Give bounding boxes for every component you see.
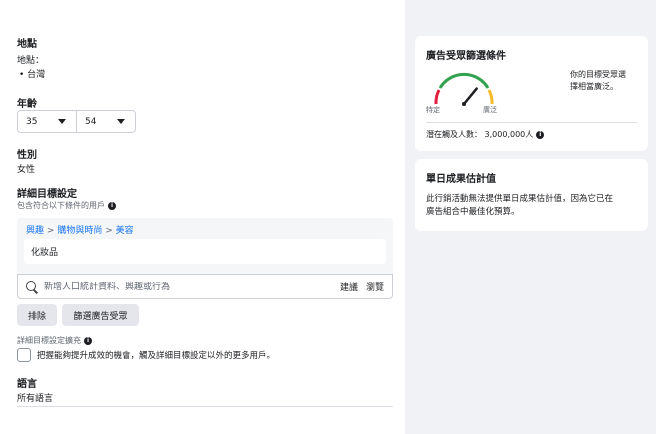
narrow-audience-button[interactable]: 篩選廣告受眾 [62, 304, 139, 326]
selected-targeting-panel: 興趣 > 購物與時尚 > 美容 化妝品 [17, 218, 393, 274]
audience-description-line2: 擇相當廣泛。 [570, 82, 618, 91]
summary-panel: 廣告受眾篩選條件 特定 廣泛 你的目標受眾選 擇相當廣泛。 潛在觸及人數： 3,… [405, 0, 656, 434]
breadcrumb-separator: > [105, 226, 113, 236]
gauge-yellow-segment [487, 89, 494, 105]
search-icon [25, 280, 39, 294]
daily-card-title: 單日成果估計值 [426, 174, 496, 185]
audience-description: 你的目標受眾選 擇相當廣泛。 [570, 69, 626, 93]
selected-interest-item[interactable]: 化妝品 [24, 239, 386, 264]
detailed-subtitle-text: 包含符合以下條件的用戶 [17, 201, 105, 210]
potential-reach: 潛在觸及人數： 3,000,000人 i [426, 129, 545, 140]
audience-card-title: 廣告受眾篩選條件 [426, 51, 506, 62]
breadcrumb-shopping-fashion[interactable]: 購物與時尚 [57, 226, 102, 236]
age-min-value: 35 [26, 116, 38, 127]
daily-card-text: 此行銷活動無法提供單日成果估計值，因為它已在 廣告組合中最佳化預算。 [426, 193, 613, 219]
divider [17, 406, 393, 407]
age-max-value: 54 [85, 116, 97, 127]
location-item: • 台灣 [19, 70, 46, 80]
gauge-label-specific: 特定 [426, 106, 440, 114]
breadcrumb-interests[interactable]: 興趣 [26, 226, 44, 236]
breadcrumb: 興趣 > 購物與時尚 > 美容 [26, 223, 134, 236]
selected-interest-label: 化妝品 [31, 248, 59, 258]
gauge-needle-hub [462, 102, 466, 106]
info-icon[interactable]: i [108, 201, 116, 210]
info-icon[interactable]: i [536, 130, 545, 139]
chevron-down-icon [117, 119, 125, 124]
daily-card-text-line1: 此行銷活動無法提供單日成果估計值，因為它已在 [426, 194, 614, 204]
age-selector: 35 54 [17, 110, 136, 133]
estimated-daily-results-card: 單日成果估計值 此行銷活動無法提供單日成果估計值，因為它已在 廣告組合中最佳化預… [415, 159, 648, 231]
suggestions-button[interactable]: 建議 [340, 280, 358, 293]
expansion-title-text: 詳細目標設定擴充 [17, 336, 81, 345]
gauge-green-segment [438, 72, 490, 89]
audience-gauge [434, 72, 494, 106]
detailed-targeting-title: 詳細目標設定 [17, 189, 77, 200]
potential-reach-label: 潛在觸及人數： [426, 130, 482, 139]
potential-reach-value: 3,000,000人 [484, 130, 534, 139]
audience-definition-card: 廣告受眾篩選條件 特定 廣泛 你的目標受眾選 擇相當廣泛。 潛在觸及人數： 3,… [415, 36, 648, 151]
gauge-red-segment [434, 89, 441, 105]
breadcrumb-separator: > [46, 226, 55, 236]
gauge-needle [462, 87, 478, 106]
expansion-title: 詳細目標設定擴充 i [17, 335, 92, 346]
expansion-description: 把握能夠提升成效的機會，觸及詳細目標設定以外的更多用戶。 [37, 351, 276, 361]
exclude-button[interactable]: 排除 [17, 304, 57, 326]
info-icon[interactable]: i [84, 336, 92, 345]
breadcrumb-beauty[interactable]: 美容 [116, 226, 134, 236]
targeting-search-input[interactable] [44, 281, 340, 292]
age-title: 年齡 [17, 99, 37, 110]
age-max-dropdown[interactable]: 54 [76, 111, 135, 132]
gauge-label-broad: 廣泛 [483, 106, 497, 114]
gender-title: 性別 [17, 150, 37, 161]
language-value: 所有語言 [17, 394, 54, 404]
chevron-down-icon [58, 119, 66, 124]
targeting-search-bar: 建議 瀏覽 [17, 274, 393, 299]
expansion-checkbox[interactable] [17, 348, 31, 362]
location-label: 地點： [17, 56, 45, 66]
divider [426, 122, 637, 123]
gender-value: 女性 [17, 165, 36, 175]
age-min-dropdown[interactable]: 35 [18, 111, 76, 132]
location-title: 地點 [17, 39, 37, 50]
targeting-form: 地點 地點： • 台灣 年齡 35 54 性別 女性 詳細目標設定 包含符合以下… [0, 0, 405, 434]
detailed-targeting-subtitle: 包含符合以下條件的用戶 i [17, 200, 116, 211]
language-title: 語言 [17, 379, 37, 390]
browse-button[interactable]: 瀏覽 [366, 280, 384, 293]
daily-card-text-line2: 廣告組合中最佳化預算。 [426, 207, 520, 217]
audience-description-line1: 你的目標受眾選 [570, 70, 626, 79]
